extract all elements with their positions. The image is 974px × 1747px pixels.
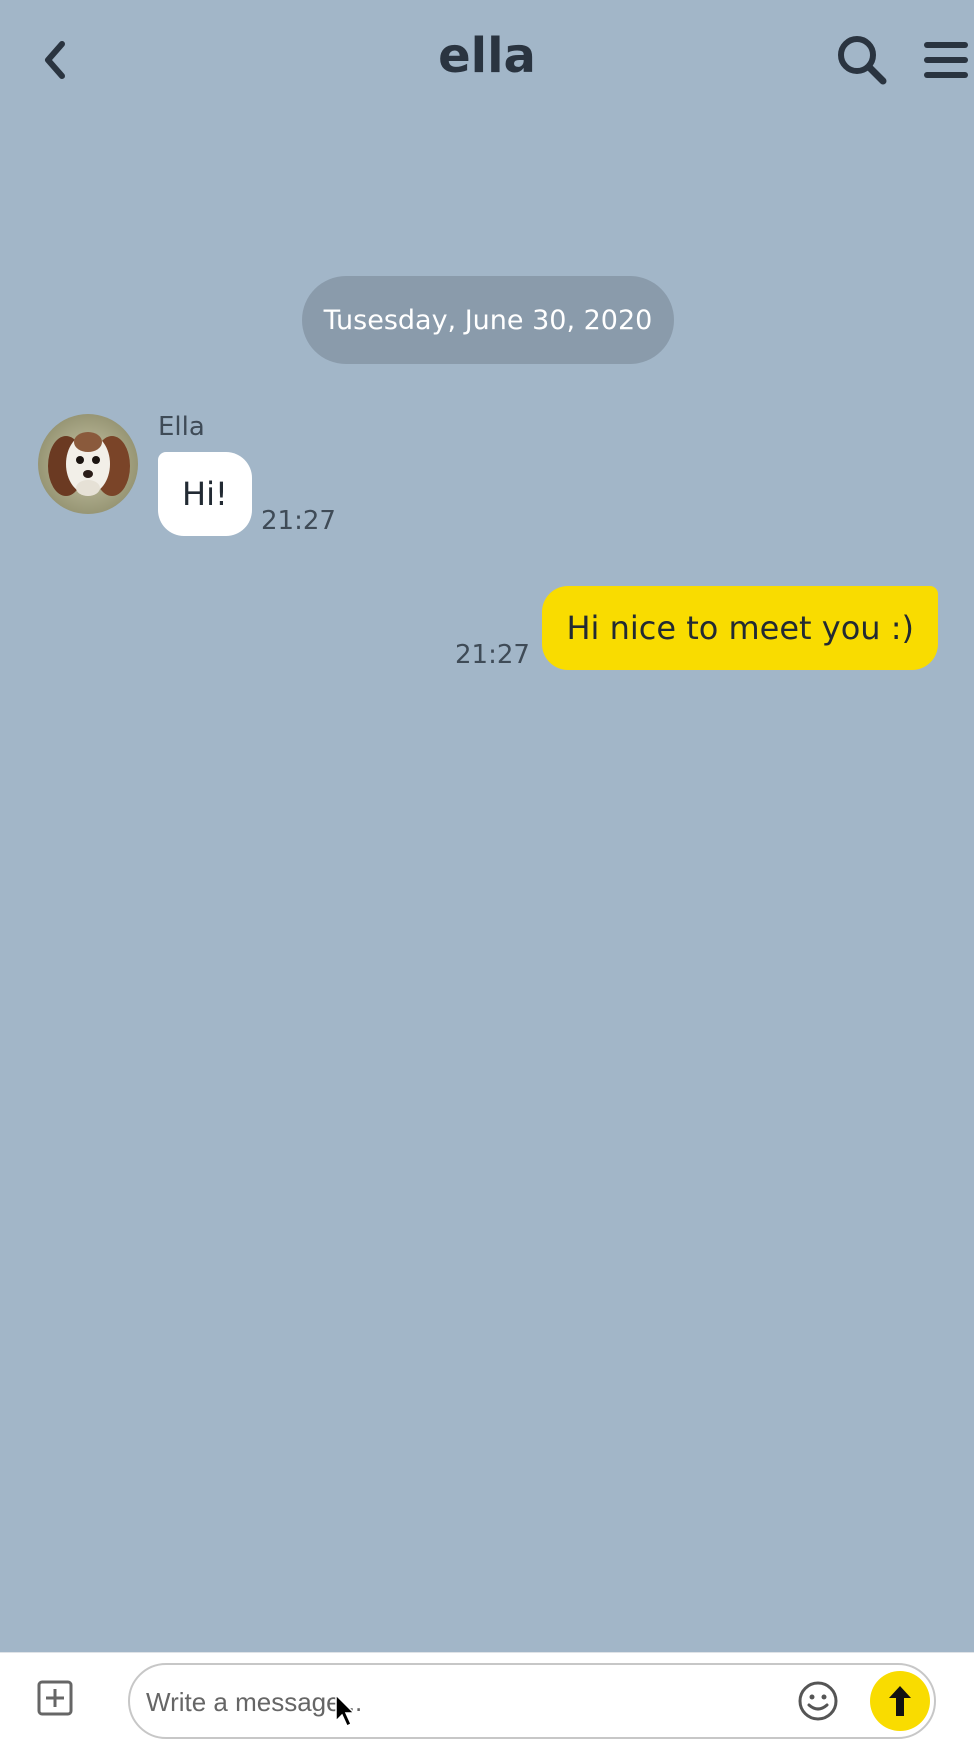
menu-button[interactable] xyxy=(920,32,972,88)
chat-title: ella xyxy=(438,28,536,84)
arrow-up-icon xyxy=(889,1686,911,1716)
incoming-message-bubble[interactable]: Hi! xyxy=(158,452,252,536)
message-timestamp: 21:27 xyxy=(261,506,336,536)
chat-screen: ella Tusesday, June 30, 2020 Ella Hi! 21… xyxy=(0,0,974,1747)
message-input-container xyxy=(128,1663,936,1739)
message-composer xyxy=(0,1652,974,1747)
hamburger-menu-icon xyxy=(924,42,968,78)
avatar[interactable] xyxy=(38,414,138,514)
message-timestamp: 21:27 xyxy=(455,640,530,670)
search-button[interactable] xyxy=(832,30,892,90)
dog-photo xyxy=(38,414,138,514)
mouse-cursor-icon xyxy=(335,1693,356,1728)
outgoing-message-bubble[interactable]: Hi nice to meet you :) xyxy=(542,586,938,670)
smiley-icon xyxy=(798,1681,838,1721)
attach-button[interactable] xyxy=(34,1677,76,1719)
chat-header: ella xyxy=(0,0,974,120)
sender-name: Ella xyxy=(158,412,205,442)
send-button[interactable] xyxy=(870,1671,930,1731)
message-input[interactable] xyxy=(144,1675,768,1729)
date-separator: Tusesday, June 30, 2020 xyxy=(302,276,674,364)
emoji-button[interactable] xyxy=(796,1679,840,1723)
search-icon xyxy=(838,36,887,85)
plus-square-icon xyxy=(37,1680,73,1716)
